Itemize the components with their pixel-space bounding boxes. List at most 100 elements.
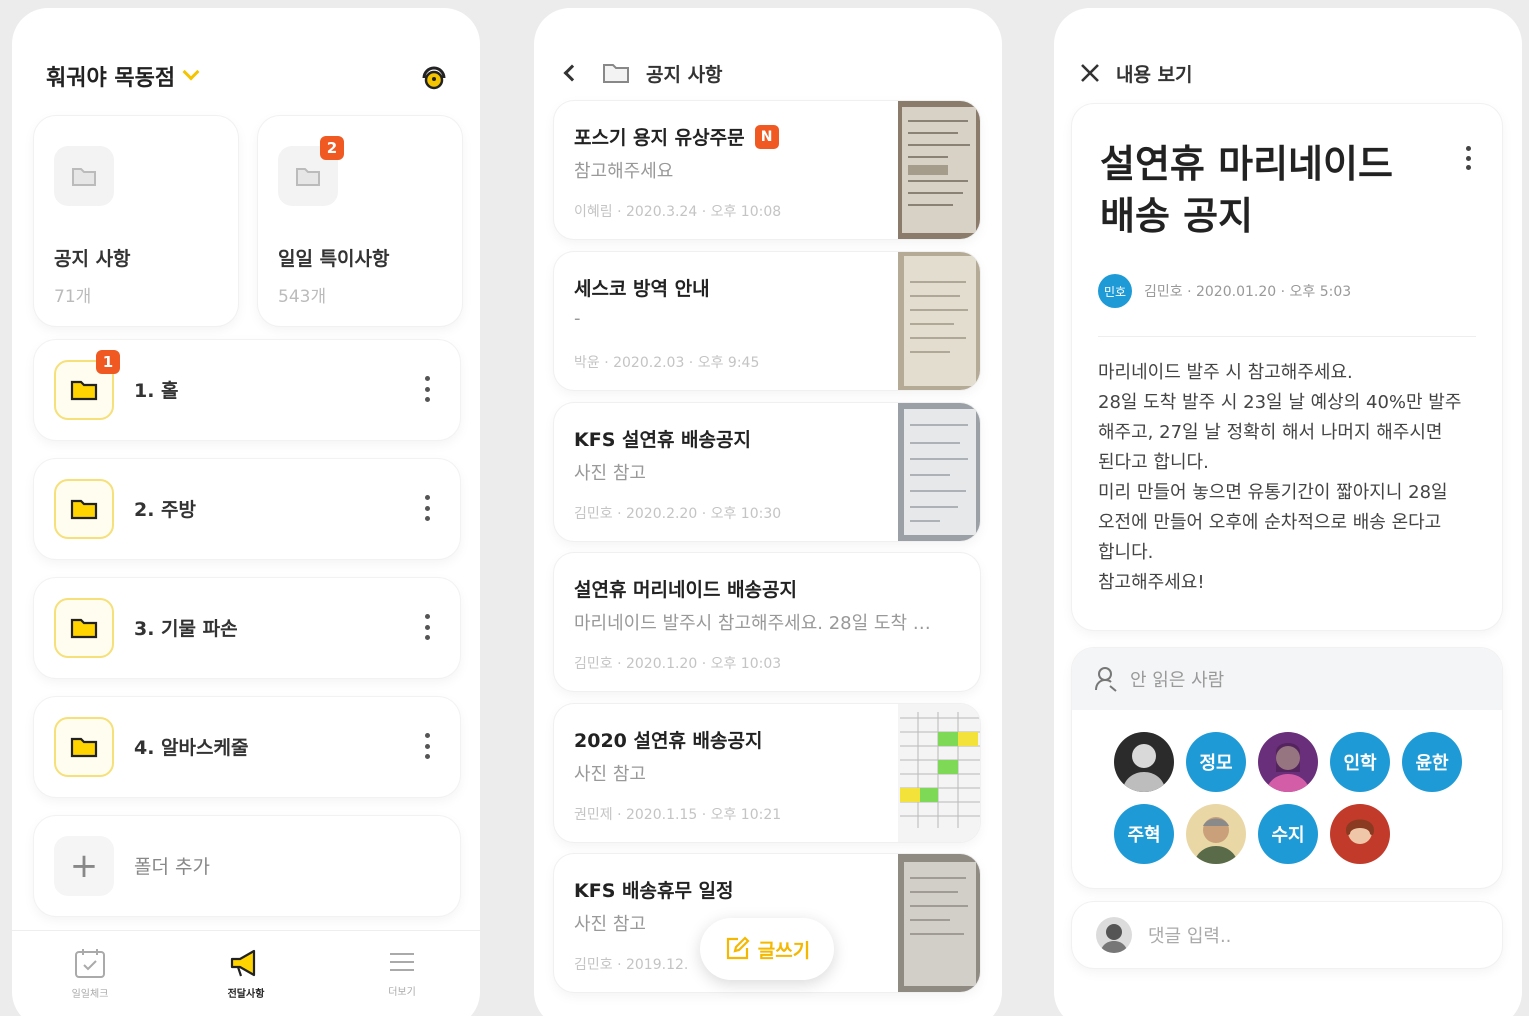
headset-icon[interactable] — [418, 60, 450, 92]
page-title: 공지 사항 — [646, 63, 723, 86]
post-body: 사진 참고 — [574, 764, 646, 785]
category-daily[interactable]: 2 일일 특이사항 543개 — [258, 116, 462, 326]
folder-item[interactable]: 2. 주방 — [34, 459, 460, 559]
category-title: 일일 특이사항 — [278, 248, 390, 270]
megaphone-icon — [230, 949, 256, 977]
write-button[interactable]: 글쓰기 — [700, 918, 834, 980]
folder-icon — [603, 64, 629, 83]
more-icon[interactable] — [424, 495, 430, 521]
unread-label: 안 읽은 사람 — [1130, 670, 1225, 691]
write-button-label: 글쓰기 — [757, 939, 811, 962]
post-body: 참고해주세요 — [574, 161, 674, 182]
category-count: 543개 — [278, 287, 327, 307]
avatar-photo[interactable] — [1114, 732, 1174, 792]
avatar: 민호 — [1098, 274, 1132, 308]
post-body: 마리네이드 발주시 참고해주세요. 28일 도착 … — [574, 613, 931, 634]
post-thumbnail — [898, 252, 980, 390]
post-thumbnail — [898, 854, 980, 992]
folder-label: 4. 알바스케줄 — [134, 737, 249, 759]
chevron-down-icon[interactable] — [182, 63, 200, 81]
folder-icon — [54, 717, 114, 777]
body-line: 참고해주세요! — [1098, 572, 1205, 593]
post-meta: 김민호 · 2020.2.20 · 오후 10:30 — [574, 506, 782, 522]
folder-item[interactable]: 4. 알바스케줄 — [34, 697, 460, 797]
avatar-photo[interactable] — [1186, 804, 1246, 864]
post-item[interactable]: 세스코 방역 안내 - 박윤 · 2020.2.03 · 오후 9:45 — [554, 252, 980, 390]
folder-label: 3. 기물 파손 — [134, 618, 238, 640]
post-item[interactable]: 설연휴 머리네이드 배송공지 마리네이드 발주시 참고해주세요. 28일 도착 … — [554, 553, 980, 691]
body-line: 합니다. — [1098, 542, 1154, 563]
menu-icon — [390, 953, 414, 971]
folder-label: 2. 주방 — [134, 499, 197, 521]
more-icon[interactable] — [424, 376, 430, 402]
post-meta: 김민호 · 2020.01.20 · 오후 5:03 — [1144, 284, 1352, 300]
nav-daily-check[interactable]: 일일체크 — [12, 931, 168, 1016]
avatar[interactable]: 수지 — [1258, 804, 1318, 864]
post-item[interactable]: KFS 설연휴 배송공지 사진 참고 김민호 · 2020.2.20 · 오후 … — [554, 403, 980, 541]
avatar[interactable]: 주혁 — [1114, 804, 1174, 864]
nav-label: 더보기 — [388, 987, 416, 998]
store-header: 훠궈야 목동점 — [46, 60, 450, 92]
page-title: 내용 보기 — [1116, 63, 1193, 86]
divider — [1098, 336, 1476, 337]
post-title: 2020 설연휴 배송공지 — [574, 730, 763, 752]
nav-more[interactable]: 더보기 — [324, 931, 480, 1016]
notice-header: 공지 사항 — [562, 56, 723, 90]
avatar[interactable]: 정모 — [1186, 732, 1246, 792]
folder-label: 1. 홀 — [134, 380, 179, 402]
category-title: 공지 사항 — [54, 248, 131, 270]
comment-input[interactable]: 댓글 입력.. — [1072, 902, 1502, 968]
post-item[interactable]: 2020 설연휴 배송공지 사진 참고 권민제 · 2020.1.15 · 오후… — [554, 704, 980, 842]
more-icon[interactable] — [424, 614, 430, 640]
bottom-nav: 일일체크 전달사항 더보기 — [12, 930, 480, 1016]
post-meta: 이혜림 · 2020.3.24 · 오후 10:08 — [574, 204, 782, 220]
post-detail-screen: 내용 보기 설연휴 마리네이드 배송 공지 민호 김민호 · 2020.01.2… — [1054, 8, 1522, 1016]
avatar-photo[interactable] — [1258, 732, 1318, 792]
unread-header[interactable]: 안 읽은 사람 — [1072, 648, 1502, 710]
nav-label: 전달사항 — [227, 989, 265, 1000]
post-body: - — [574, 308, 581, 329]
folder-item[interactable]: 3. 기물 파손 — [34, 578, 460, 678]
category-count: 71개 — [54, 287, 92, 307]
back-icon[interactable] — [563, 64, 581, 82]
avatar-photo[interactable] — [1330, 804, 1390, 864]
notice-list-screen: 공지 사항 포스기 용지 유상주문 N 참고해주세요 이혜림 · 2020.3.2… — [534, 8, 1002, 1016]
avatar-image — [1266, 743, 1310, 792]
unread-badge: 2 — [320, 136, 344, 160]
add-folder-button[interactable]: + 폴더 추가 — [34, 816, 460, 916]
avatar[interactable]: 인학 — [1330, 732, 1390, 792]
avatar[interactable]: 윤한 — [1402, 732, 1462, 792]
person-icon — [1095, 667, 1117, 692]
avatar-image — [1122, 744, 1166, 792]
avatar-image — [1346, 819, 1374, 844]
post-thumbnail — [898, 101, 980, 239]
post-item[interactable]: 포스기 용지 유상주문 N 참고해주세요 이혜림 · 2020.3.24 · 오후… — [554, 101, 980, 239]
post-thumbnail — [898, 403, 980, 541]
post-title: 설연휴 마리네이드 배송 공지 — [1100, 142, 1393, 238]
post-meta: 김민호 · 2019.12. — [574, 957, 689, 973]
avatar-image — [1096, 917, 1132, 953]
post-title: KFS 설연휴 배송공지 — [574, 429, 751, 451]
body-line: 미리 만들어 놓으면 유통기간이 짧아지니 28일 — [1098, 482, 1448, 503]
store-name[interactable]: 훠궈야 목동점 — [46, 60, 175, 92]
add-folder-label: 폴더 추가 — [134, 856, 210, 878]
more-icon[interactable] — [424, 733, 430, 759]
new-badge: N — [754, 124, 779, 149]
post-meta: 권민제 · 2020.1.15 · 오후 10:21 — [574, 807, 782, 823]
folder-item[interactable]: 1 1. 홀 — [34, 340, 460, 440]
folder-icon — [54, 598, 114, 658]
author-info: 민호 김민호 · 2020.01.20 · 오후 5:03 — [1098, 274, 1351, 308]
post-thumbnail — [898, 704, 980, 842]
nav-announcements[interactable]: 전달사항 — [168, 931, 324, 1016]
category-notice[interactable]: 공지 사항 71개 — [34, 116, 238, 326]
close-icon[interactable] — [1080, 63, 1100, 83]
body-line: 28일 도착 발주 시 23일 날 예상의 40%만 발주 — [1098, 392, 1462, 413]
post-content-card: 설연휴 마리네이드 배송 공지 민호 김민호 · 2020.01.20 · 오후… — [1072, 104, 1502, 630]
more-icon[interactable] — [1466, 146, 1472, 170]
edit-icon — [726, 936, 750, 960]
post-title: 세스코 방역 안내 — [574, 278, 710, 300]
unread-readers-card: 안 읽은 사람 정모 인학 윤한 주혁 수지 — [1072, 648, 1502, 888]
post-meta: 박윤 · 2020.2.03 · 오후 9:45 — [574, 355, 760, 371]
post-title: 설연휴 머리네이드 배송공지 — [574, 579, 797, 601]
avatar-photo — [1096, 917, 1132, 953]
